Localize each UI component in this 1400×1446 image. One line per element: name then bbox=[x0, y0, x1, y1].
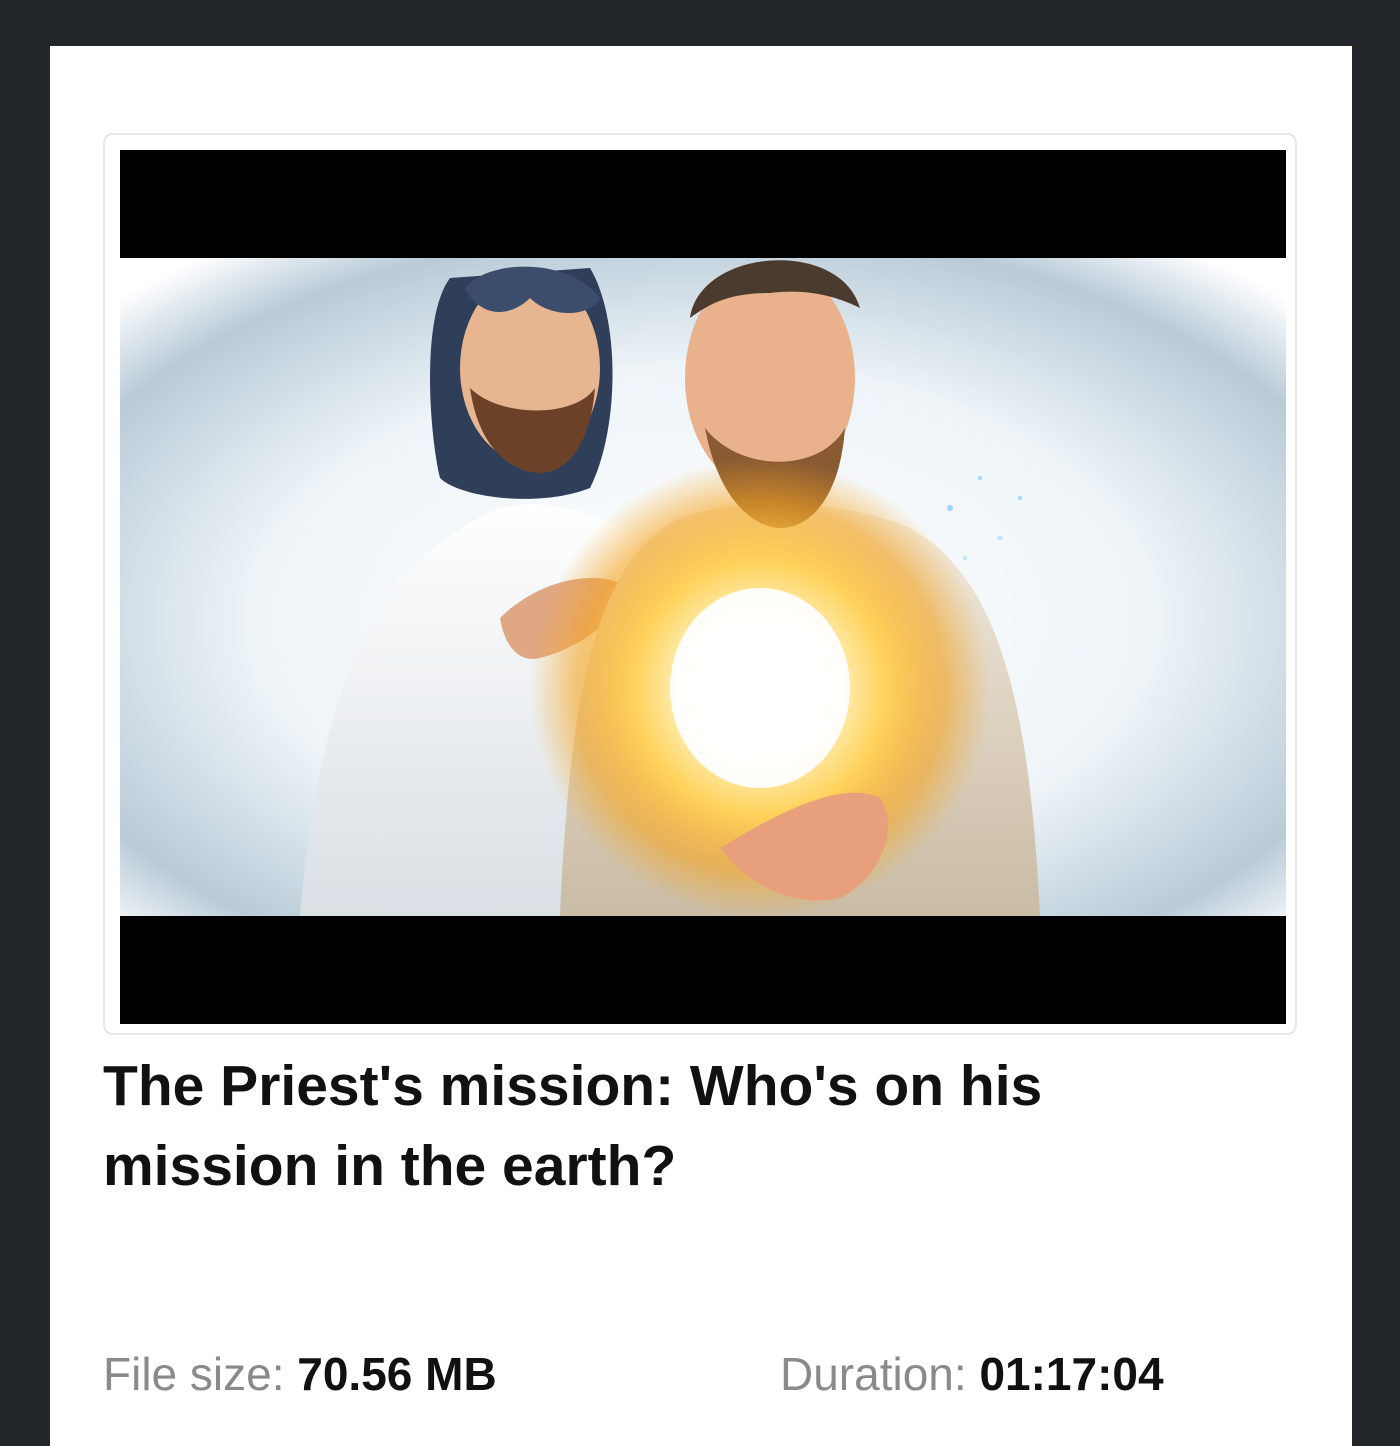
video-card: The Priest's mission: Who's on his missi… bbox=[50, 46, 1352, 1446]
file-size: File size: 70.56 MB bbox=[103, 1344, 497, 1404]
file-size-label: File size: bbox=[103, 1348, 298, 1400]
letterbox-bottom bbox=[120, 916, 1286, 1024]
video-title: The Priest's mission: Who's on his missi… bbox=[103, 1054, 1043, 1198]
duration-value: 01:17:04 bbox=[979, 1348, 1164, 1400]
thumbnail-frame[interactable] bbox=[103, 133, 1297, 1035]
duration: Duration: 01:17:04 bbox=[780, 1344, 1164, 1404]
thumbnail-image bbox=[120, 258, 1286, 916]
duration-label: Duration: bbox=[780, 1348, 980, 1400]
letterbox-top bbox=[120, 150, 1286, 258]
file-size-value: 70.56 MB bbox=[297, 1348, 497, 1400]
video-thumbnail[interactable] bbox=[120, 150, 1286, 1024]
